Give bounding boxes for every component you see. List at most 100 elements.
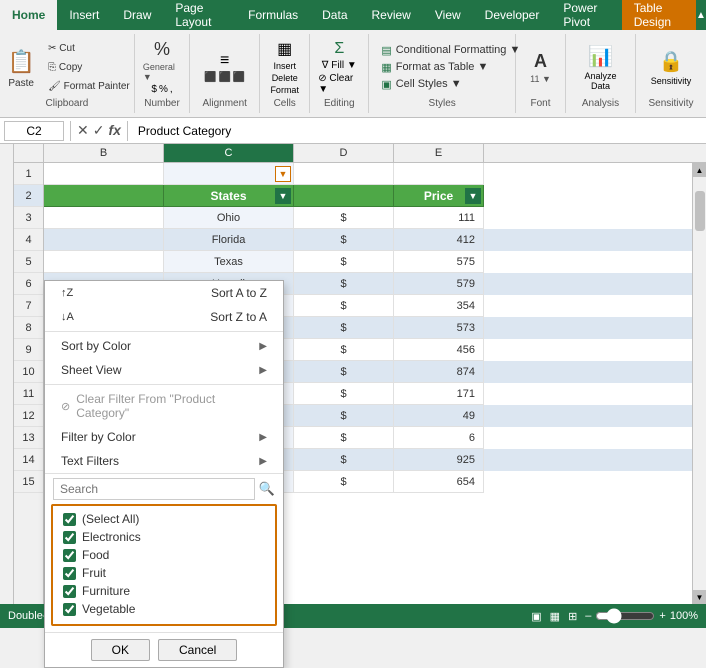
sheet-view-item[interactable]: Sheet View ▶: [45, 358, 283, 382]
cell-d10[interactable]: $: [294, 361, 394, 383]
cell-e4[interactable]: 412: [394, 229, 484, 251]
format-as-table-button[interactable]: ▦ Format as Table ▼: [377, 60, 507, 75]
tab-view[interactable]: View: [423, 0, 473, 30]
zoom-slider[interactable]: [595, 608, 655, 624]
cell-e5[interactable]: 575: [394, 251, 484, 273]
scroll-up-btn[interactable]: ▲: [693, 163, 706, 177]
cell-e8[interactable]: 573: [394, 317, 484, 339]
cell-c3[interactable]: Ohio: [164, 207, 294, 229]
tab-table-design[interactable]: Table Design: [622, 0, 696, 30]
cell-c1[interactable]: ▼: [164, 163, 294, 185]
cell-e12[interactable]: 49: [394, 405, 484, 427]
cell-d6[interactable]: $: [294, 273, 394, 295]
check-food[interactable]: [63, 549, 76, 562]
currency-btn[interactable]: $: [151, 84, 157, 95]
cell-e9[interactable]: 456: [394, 339, 484, 361]
cell-d4[interactable]: $: [294, 229, 394, 251]
zoom-out-btn[interactable]: –: [585, 610, 591, 622]
cell-e6[interactable]: 579: [394, 273, 484, 295]
formula-cancel-icon[interactable]: ✕: [77, 122, 89, 139]
ribbon-expand-btn[interactable]: ▲: [696, 0, 706, 30]
tab-power-pivot[interactable]: Power Pivot: [551, 0, 621, 30]
check-electronics[interactable]: [63, 531, 76, 544]
tab-page-layout[interactable]: Page Layout: [163, 0, 236, 30]
sort-z-a-item[interactable]: ↓A Sort Z to A: [45, 305, 283, 329]
cell-d11[interactable]: $: [294, 383, 394, 405]
conditional-formatting-button[interactable]: ▤ Conditional Formatting ▼: [377, 43, 507, 58]
vertical-scrollbar[interactable]: ▲ ▼: [692, 163, 706, 604]
comma-btn[interactable]: ,: [170, 84, 173, 95]
cell-b5[interactable]: [44, 251, 164, 273]
filter-dropdown-states-btn[interactable]: ▼: [275, 188, 291, 204]
check-vegetable[interactable]: [63, 603, 76, 616]
ok-button[interactable]: OK: [91, 639, 150, 661]
filter-dropdown-c-btn[interactable]: ▼: [275, 166, 291, 182]
cell-styles-button[interactable]: ▣ Cell Styles ▼: [377, 77, 507, 92]
cancel-button[interactable]: Cancel: [158, 639, 237, 661]
col-header-b[interactable]: B: [44, 144, 164, 162]
cell-e13[interactable]: 6: [394, 427, 484, 449]
cell-d7[interactable]: $: [294, 295, 394, 317]
scroll-down-btn[interactable]: ▼: [693, 590, 706, 604]
col-header-d[interactable]: D: [294, 144, 394, 162]
align-center-btn[interactable]: ⬛: [218, 72, 230, 83]
cell-b4[interactable]: [44, 229, 164, 251]
tab-developer[interactable]: Developer: [473, 0, 552, 30]
filter-dropdown-price-btn[interactable]: ▼: [465, 188, 481, 204]
sort-a-z-item[interactable]: ↑Z Sort A to Z: [45, 281, 283, 305]
check-fruit[interactable]: [63, 567, 76, 580]
clear-filter-item[interactable]: ⊘ Clear Filter From "Product Category": [45, 387, 283, 425]
align-right-btn[interactable]: ⬛: [233, 72, 245, 83]
cell-b3[interactable]: [44, 207, 164, 229]
format-painter-button[interactable]: 🖌 Format Painter: [44, 77, 134, 95]
cell-e3[interactable]: 111: [394, 207, 484, 229]
cell-e2[interactable]: Price ▼: [394, 185, 484, 207]
view-normal-icon[interactable]: ▣: [531, 610, 541, 623]
cell-d1[interactable]: [294, 163, 394, 185]
percent-btn[interactable]: %: [159, 84, 168, 95]
cell-e11[interactable]: 171: [394, 383, 484, 405]
tab-home[interactable]: Home: [0, 0, 57, 30]
col-header-c[interactable]: C: [164, 144, 294, 162]
font-size-btn[interactable]: 11 ▼: [530, 74, 551, 84]
tab-review[interactable]: Review: [360, 0, 423, 30]
cell-d9[interactable]: $: [294, 339, 394, 361]
cell-e10[interactable]: 874: [394, 361, 484, 383]
cell-e7[interactable]: 354: [394, 295, 484, 317]
view-page-break-icon[interactable]: ⊞: [568, 610, 577, 623]
cell-c4[interactable]: Florida: [164, 229, 294, 251]
cell-d5[interactable]: $: [294, 251, 394, 273]
filter-by-color-item[interactable]: Filter by Color ▶: [45, 425, 283, 449]
check-furniture[interactable]: [63, 585, 76, 598]
view-layout-icon[interactable]: ▦: [550, 610, 560, 623]
tab-draw[interactable]: Draw: [111, 0, 163, 30]
check-select-all[interactable]: [63, 513, 76, 526]
copy-button[interactable]: ⎘ Copy: [44, 58, 134, 76]
cell-e15[interactable]: 654: [394, 471, 484, 493]
zoom-in-btn[interactable]: +: [659, 610, 665, 622]
tab-formulas[interactable]: Formulas: [236, 0, 310, 30]
tab-data[interactable]: Data: [310, 0, 359, 30]
cell-c5[interactable]: Texas: [164, 251, 294, 273]
filter-search-input[interactable]: [53, 478, 255, 500]
cell-d15[interactable]: $: [294, 471, 394, 493]
cell-e14[interactable]: 925: [394, 449, 484, 471]
cell-reference-input[interactable]: [4, 121, 64, 141]
cell-e1[interactable]: [394, 163, 484, 185]
formula-confirm-icon[interactable]: ✓: [93, 122, 105, 139]
cell-b1[interactable]: [44, 163, 164, 185]
cell-d12[interactable]: $: [294, 405, 394, 427]
sort-by-color-item[interactable]: Sort by Color ▶: [45, 334, 283, 358]
cell-d2[interactable]: [294, 185, 394, 207]
cut-button[interactable]: ✂ Cut: [44, 39, 134, 57]
cell-d13[interactable]: $: [294, 427, 394, 449]
col-header-e[interactable]: E: [394, 144, 484, 162]
cell-d3[interactable]: $: [294, 207, 394, 229]
formula-function-icon[interactable]: fx: [108, 122, 120, 139]
cell-c2[interactable]: States ▼: [164, 185, 294, 207]
cell-d8[interactable]: $: [294, 317, 394, 339]
scrollbar-thumb[interactable]: [695, 191, 705, 231]
formula-input[interactable]: [134, 122, 702, 140]
paste-button[interactable]: 📋 Paste: [0, 39, 42, 95]
text-filters-item[interactable]: Text Filters ▶: [45, 449, 283, 473]
